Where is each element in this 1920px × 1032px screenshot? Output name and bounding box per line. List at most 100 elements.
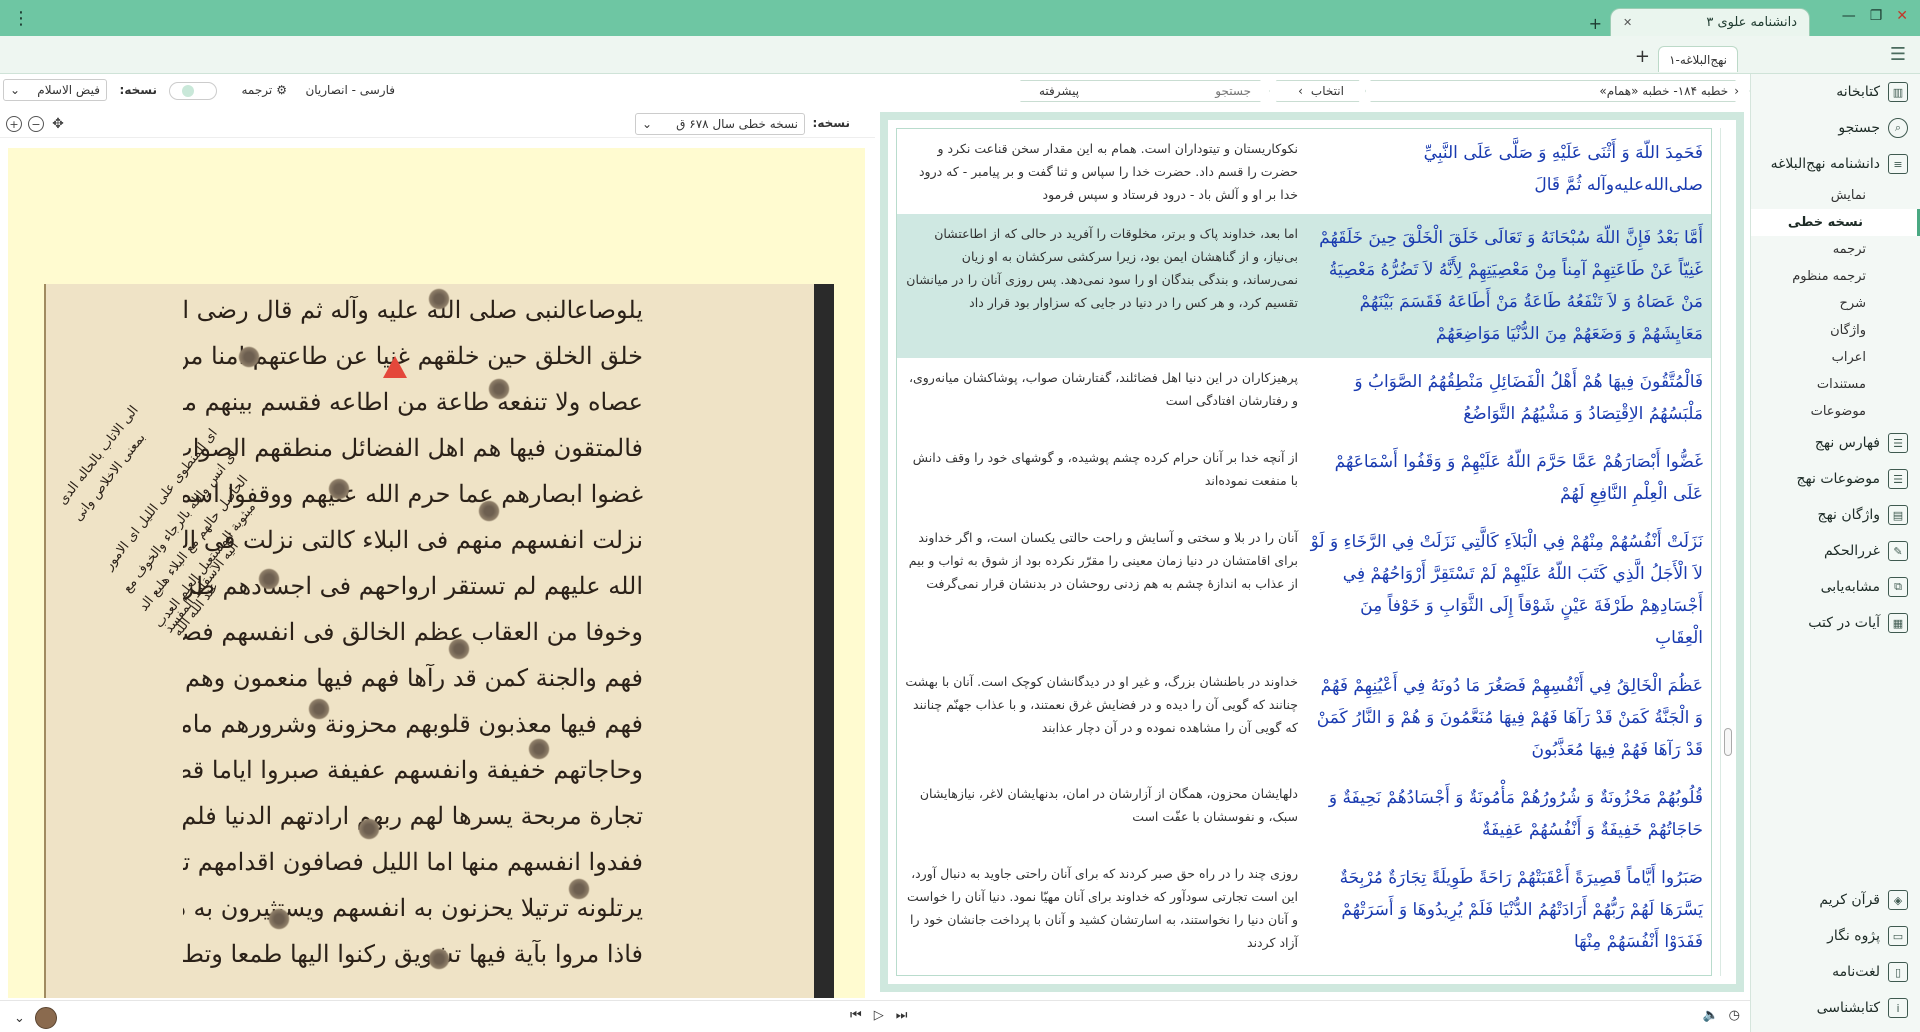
new-app-tab-button[interactable]: + (1589, 14, 1602, 33)
sidebar-item-encyclopedia[interactable]: ≡ دانشنامه نهج‌البلاغه (1751, 146, 1920, 182)
edition-value: فیض الاسلام (37, 83, 100, 97)
maximize-button[interactable]: ❐ (1870, 8, 1883, 24)
search-input[interactable] (1131, 84, 1251, 98)
verse-row[interactable]: فَحَمِدَ اللّهَ وَ أَثْنَى عَلَيْهِ وَ ص… (897, 129, 1711, 214)
sidebar-item-label: واژگان نهج (1817, 507, 1880, 523)
sidebar-sub-documents[interactable]: مستندات (1751, 371, 1920, 398)
manuscript-select[interactable]: نسخه خطی سال ۶۷۸ ق ⌄ (635, 113, 805, 135)
zoom-out-icon[interactable]: − (28, 116, 44, 132)
user-area: ⌄ (14, 1007, 57, 1029)
sidebar-item-verses-in-books[interactable]: ▦ آیات در کتب (1751, 605, 1920, 641)
translation-toggle[interactable] (169, 82, 217, 100)
sidebar-sub-diacritics[interactable]: اعراب (1751, 344, 1920, 371)
sidebar-item-label: فهارس نهج (1814, 435, 1880, 451)
persian-translation: آنان را در بلا و سختی و آسایش و راحت حال… (908, 530, 1298, 591)
move-icon[interactable]: ✥ (50, 116, 66, 132)
arabic-text: نَزَلَتْ أَنْفُسُهُمْ مِنْهُمْ فِي الْبَ… (1310, 532, 1703, 648)
sidebar-item-dictionary[interactable]: ▯ لغت‌نامه (1750, 954, 1920, 990)
rosette-ornament-icon (328, 478, 350, 500)
vertical-dots-icon[interactable]: ⋮ (12, 8, 30, 29)
sidebar-sub-manuscript[interactable]: نسخه خطی (1751, 209, 1920, 236)
dictionary-icon: ▯ (1888, 962, 1908, 982)
verse-row[interactable]: قُلُوبُهُمْ مَحْزُونَةٌ وَ شُرُورُهُمْ م… (897, 774, 1711, 854)
sidebar-item-nahj-words[interactable]: ▤ واژگان نهج (1751, 497, 1920, 533)
verse-row[interactable]: صَبَرُوا أَيَّاماً قَصِيرَةً أَعْقَبَتْه… (897, 854, 1711, 966)
topics-icon: ☰ (1888, 469, 1908, 489)
hamburger-menu-icon[interactable]: ☰ (1890, 44, 1906, 65)
sidebar-item-search[interactable]: ⌕ جستجو (1751, 110, 1920, 146)
chevron-left-icon[interactable]: ‹ (1734, 84, 1739, 98)
rosette-ornament-icon (358, 818, 380, 840)
speed-icon[interactable]: ◷ (1729, 1008, 1740, 1023)
sidebar-item-research-notes[interactable]: ▭ پژوه نگار (1750, 918, 1920, 954)
gear-icon[interactable]: ⚙ (276, 83, 287, 97)
sidebar-sub-poetic-translation[interactable]: ترجمه منظوم (1751, 263, 1920, 290)
advanced-search-button[interactable]: پیشرفته (1039, 84, 1079, 98)
speaker-icon[interactable]: 🔈 (1702, 1008, 1718, 1023)
sidebar-sub-commentary[interactable]: شرح (1751, 290, 1920, 317)
next-icon[interactable]: ⏭ (896, 1008, 908, 1023)
previous-icon[interactable]: ⏮ (850, 1008, 862, 1023)
notes-icon: ▭ (1888, 926, 1908, 946)
arabic-text: أَمَّا بَعْدُ فَإِنَّ اللّهَ سُبْحَانَهُ… (1319, 228, 1703, 344)
sidebar-item-similarity[interactable]: ⧉ مشابه‌یابی (1751, 569, 1920, 605)
sidebar-item-indexes[interactable]: ☰ فهارس نهج (1751, 425, 1920, 461)
chevron-right-icon: › (1298, 84, 1303, 98)
rosette-ornament-icon (448, 638, 470, 660)
manuscript-line: فالمتقون فیها هم اهل الفضائل منطقهم الصو… (183, 434, 643, 462)
manuscript-line: وحاجاتهم خفیفة وانفسهم عفیفة صبروا ایاما… (183, 756, 643, 784)
sidebar-sub-display[interactable]: نمایش (1751, 182, 1920, 209)
rosette-ornament-icon (488, 378, 510, 400)
translation-language[interactable]: فارسی - انصاریان (305, 83, 395, 97)
sidebar-item-label: موضوعات نهج (1796, 471, 1881, 487)
rosette-ornament-icon (258, 568, 280, 590)
verse-row[interactable]: غَضُّوا أَبْصَارَهُمْ عَمَّا حَرَّمَ الل… (897, 438, 1711, 518)
persian-translation: از آنچه خدا بر آنان حرام کرده چشم پوشیده… (912, 450, 1298, 488)
app-tab[interactable]: دانشنامه علوی ۳ ✕ (1610, 8, 1810, 36)
sidebar-item-library[interactable]: ▥ کتابخانه (1751, 74, 1920, 110)
new-doc-tab-button[interactable]: + (1635, 46, 1650, 67)
sidebar-sub-topics[interactable]: موضوعات (1751, 398, 1920, 425)
minimize-button[interactable]: — (1842, 8, 1856, 24)
sidebar-sub-vocabulary[interactable]: واژگان (1751, 317, 1920, 344)
sidebar-item-bibliography[interactable]: i کتابشناسی (1750, 990, 1920, 1026)
manuscript-line: عصاه ولا تنفعه طاعة من اطاعه فقسم بینهم … (183, 388, 643, 416)
verse-row[interactable]: فَالْمُتَّقُونَ فِيهَا هُمْ أَهْلُ الْفَ… (897, 358, 1711, 438)
scrollbar-thumb[interactable] (1724, 728, 1732, 756)
scrollbar[interactable] (1720, 128, 1734, 976)
persian-translation: نکوکاریستان و تیتوداران است. همام به این… (918, 141, 1298, 202)
position-marker-icon[interactable] (383, 356, 407, 378)
select-button[interactable]: انتخاب › (1276, 80, 1366, 102)
arabic-text: فَحَمِدَ اللّهَ وَ أَثْنَى عَلَيْهِ وَ ص… (1423, 143, 1703, 195)
avatar[interactable] (34, 1007, 57, 1029)
verses-list: فَحَمِدَ اللّهَ وَ أَثْنَى عَلَيْهِ وَ ص… (896, 128, 1712, 976)
play-icon[interactable]: ▷ (874, 1008, 884, 1023)
persian-translation: خداوند در باطنشان بزرگ، و غیر او در دیدگ… (905, 674, 1298, 735)
verses-icon: ▦ (1888, 613, 1908, 633)
verse-row[interactable]: عَظُمَ الْخَالِقُ فِي أَنْفُسِهِمْ فَصَغ… (897, 662, 1711, 774)
rosette-ornament-icon (528, 738, 550, 760)
manuscript-line: فهم والجنة کمن قد رآها فهم فیها منعمون و… (183, 664, 643, 692)
manuscript-line: فاذا مروا بآیة فیها تشویق رکنوا الیها طم… (183, 940, 643, 968)
text-panel: فَحَمِدَ اللّهَ وَ أَثْنَى عَلَيْهِ وَ ص… (880, 112, 1744, 992)
translation-setting[interactable]: ⚙ ترجمه (241, 83, 287, 97)
sidebar-item-quran[interactable]: ◈ قرآن کریم (1750, 882, 1920, 918)
breadcrumb[interactable]: ‹ خطبه ۱۸۴- خطبه «همام» (1370, 80, 1750, 102)
zoom-in-icon[interactable]: + (6, 116, 22, 132)
chevron-down-icon[interactable]: ⌄ (14, 1011, 25, 1026)
close-window-button[interactable]: ✕ (1896, 8, 1908, 24)
verse-row[interactable]: نَزَلَتْ أَنْفُسُهُمْ مِنْهُمْ فِي الْبَ… (897, 518, 1711, 662)
sidebar-sub-translation[interactable]: ترجمه (1751, 236, 1920, 263)
page-binding (814, 284, 834, 998)
search-icon: ⌕ (1888, 118, 1908, 138)
manuscript-viewer[interactable]: یلوصاعالنبی صلی الله علیه وآله ثم قال رض… (8, 148, 865, 998)
arabic-text: صَبَرُوا أَيَّاماً قَصِيرَةً أَعْقَبَتْه… (1339, 868, 1703, 952)
window-controls: — ❐ ✕ (1842, 8, 1908, 24)
manuscript-header: نسخه: نسخه خطی سال ۶۷۸ ق ⌄ (0, 110, 875, 138)
sidebar-item-nahj-topics[interactable]: ☰ موضوعات نهج (1751, 461, 1920, 497)
sidebar-item-ghurar[interactable]: ✎ غررالحکم (1751, 533, 1920, 569)
doc-tab[interactable]: نهج‌البلاغه-۱ (1658, 46, 1738, 72)
close-icon[interactable]: ✕ (1623, 16, 1632, 29)
verse-row[interactable]: أَمَّا بَعْدُ فَإِنَّ اللّهَ سُبْحَانَهُ… (897, 214, 1711, 358)
edition-select[interactable]: فیض الاسلام ⌄ (3, 79, 107, 101)
